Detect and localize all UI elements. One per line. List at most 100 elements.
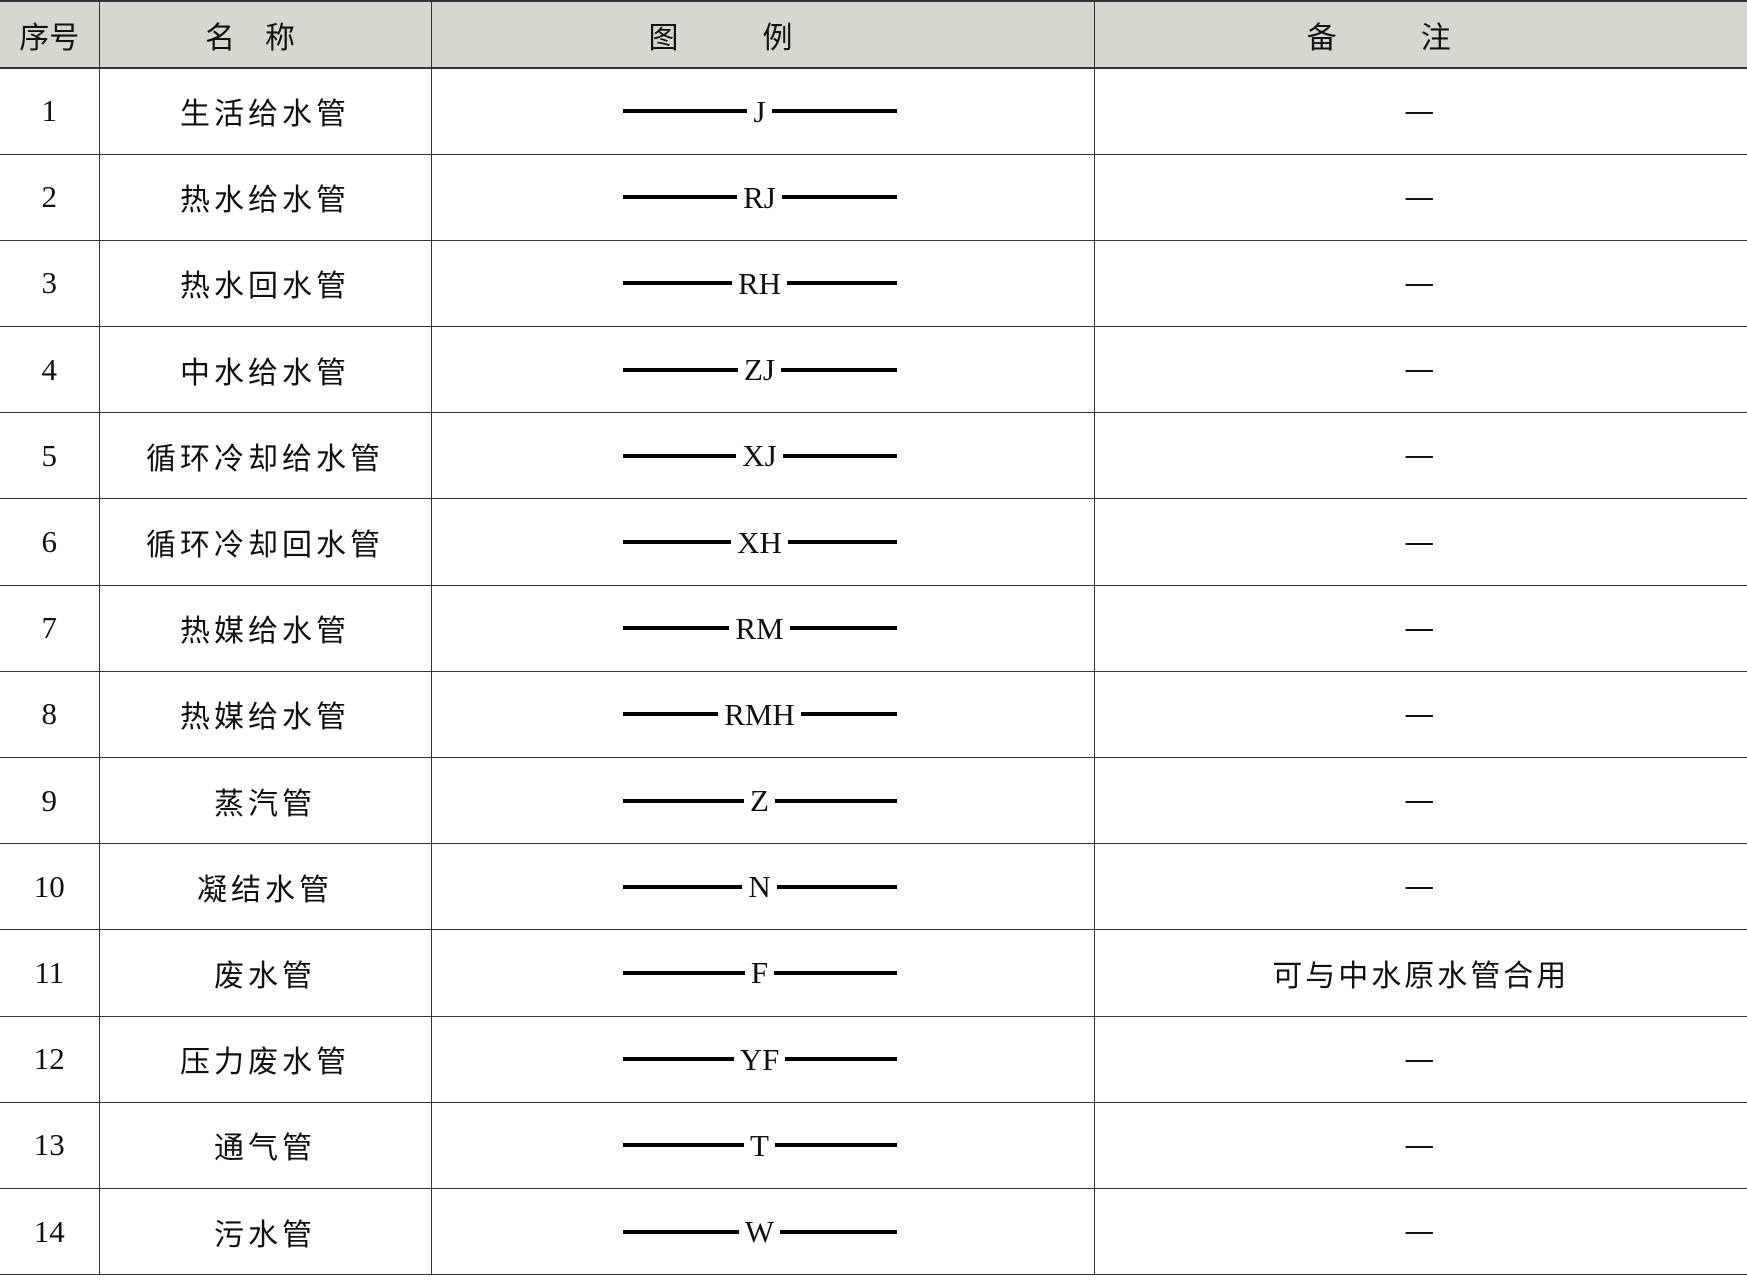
table-row: 11 废水管 F 可与中水原水管合用 (0, 929, 1747, 1017)
pipe-line-left (622, 540, 732, 545)
table-row: 1 生活给水管 J — (0, 67, 1747, 155)
note: — (1093, 153, 1747, 241)
table-row: 3 热水回水管 RH — (0, 239, 1747, 328)
pipe-line-symbol: YF (622, 1039, 897, 1079)
table-row: 10 凝结水管 N — (0, 843, 1747, 931)
pipe-line-right (781, 195, 897, 200)
row-number: 12 (0, 1015, 100, 1103)
row-number: 4 (0, 326, 100, 414)
pipe-code: Z (750, 783, 769, 819)
pipe-line-left (622, 1057, 734, 1062)
pipe-line-left (622, 367, 738, 372)
table-row: 8 热媒给水管 RMH — (0, 670, 1747, 759)
pipe-line-right (774, 970, 897, 975)
legend-cell: Z (430, 756, 1095, 845)
header-no: 序号 (0, 0, 100, 69)
pipe-line-left (622, 1229, 739, 1234)
pipe-name: 通气管 (98, 1101, 432, 1189)
pipe-code: RH (737, 265, 782, 301)
table-row: 6 循环冷却回水管 XH — (0, 498, 1747, 586)
pipe-line-left (622, 195, 738, 200)
table-row: 5 循环冷却给水管 XJ — (0, 412, 1747, 500)
legend-cell: RM (430, 584, 1095, 672)
legend-cell: YF (430, 1015, 1095, 1103)
legend-cell: F (430, 929, 1095, 1017)
pipe-line-symbol: F (622, 953, 897, 993)
legend-cell: W (430, 1187, 1095, 1276)
pipe-name: 热水回水管 (98, 239, 432, 328)
pipe-code: RMH (724, 696, 795, 732)
pipe-name: 循环冷却回水管 (98, 498, 432, 586)
pipe-code: W (744, 1214, 775, 1250)
pipe-line-left (622, 626, 730, 631)
legend-cell: N (430, 843, 1095, 931)
pipe-line-left (622, 1143, 745, 1148)
note: — (1093, 843, 1747, 931)
pipe-name: 蒸汽管 (98, 756, 432, 845)
row-number: 3 (0, 239, 100, 328)
note: — (1093, 67, 1747, 155)
legend-cell: RH (430, 239, 1095, 328)
pipe-line-symbol: RJ (622, 177, 897, 217)
table-body: 1 生活给水管 J — 2 热水给水管 RJ — 3 热水回水管 RH — 4 … (0, 67, 1747, 1276)
pipe-line-symbol: W (622, 1212, 897, 1252)
pipe-line-right (776, 884, 897, 889)
pipe-name: 热媒给水管 (98, 670, 432, 759)
row-number: 5 (0, 412, 100, 500)
pipe-line-left (622, 281, 732, 286)
pipe-name: 热媒给水管 (98, 584, 432, 672)
row-number: 1 (0, 67, 100, 155)
pipe-name: 污水管 (98, 1187, 432, 1276)
legend-cell: RJ (430, 153, 1095, 241)
header-name: 名称 (98, 0, 432, 69)
pipe-line-symbol: RM (622, 608, 897, 648)
row-number: 8 (0, 670, 100, 759)
header-row: 序号 名称 图例 备注 (0, 0, 1747, 69)
pipe-line-symbol: N (622, 867, 897, 907)
table-row: 4 中水给水管 ZJ — (0, 326, 1747, 414)
row-number: 7 (0, 584, 100, 672)
pipe-line-right (780, 1229, 897, 1234)
pipe-code: XH (737, 524, 782, 560)
pipe-line-right (782, 453, 897, 458)
pipe-name: 压力废水管 (98, 1015, 432, 1103)
pipe-name: 循环冷却给水管 (98, 412, 432, 500)
pipe-line-left (622, 970, 745, 975)
note: — (1093, 670, 1747, 759)
note: — (1093, 326, 1747, 414)
pipe-line-symbol: RMH (622, 694, 897, 734)
legend-cell: XH (430, 498, 1095, 586)
pipe-line-left (622, 109, 748, 114)
row-number: 9 (0, 756, 100, 845)
pipe-line-left (622, 453, 737, 458)
note: — (1093, 584, 1747, 672)
pipe-name: 凝结水管 (98, 843, 432, 931)
legend-cell: RMH (430, 670, 1095, 759)
pipe-code: RM (735, 610, 784, 646)
note: — (1093, 1015, 1747, 1103)
note: — (1093, 412, 1747, 500)
pipe-line-right (774, 798, 897, 803)
pipe-line-right (800, 712, 897, 717)
note: 可与中水原水管合用 (1093, 929, 1747, 1017)
table-row: 13 通气管 T — (0, 1101, 1747, 1189)
pipe-line-symbol: Z (622, 781, 897, 821)
pipe-line-left (622, 712, 719, 717)
note: — (1093, 498, 1747, 586)
pipe-name: 中水给水管 (98, 326, 432, 414)
pipe-line-left (622, 884, 743, 889)
row-number: 10 (0, 843, 100, 931)
legend-cell: J (430, 67, 1095, 155)
pipe-line-right (789, 626, 897, 631)
pipe-name: 废水管 (98, 929, 432, 1017)
note: — (1093, 1187, 1747, 1276)
table-row: 14 污水管 W — (0, 1187, 1747, 1276)
table-row: 9 蒸汽管 Z — (0, 756, 1747, 845)
pipe-line-left (622, 798, 745, 803)
note: — (1093, 1101, 1747, 1189)
pipe-line-right (787, 281, 897, 286)
row-number: 6 (0, 498, 100, 586)
table-row: 7 热媒给水管 RM — (0, 584, 1747, 672)
row-number: 2 (0, 153, 100, 241)
pipe-line-symbol: XJ (622, 436, 897, 476)
